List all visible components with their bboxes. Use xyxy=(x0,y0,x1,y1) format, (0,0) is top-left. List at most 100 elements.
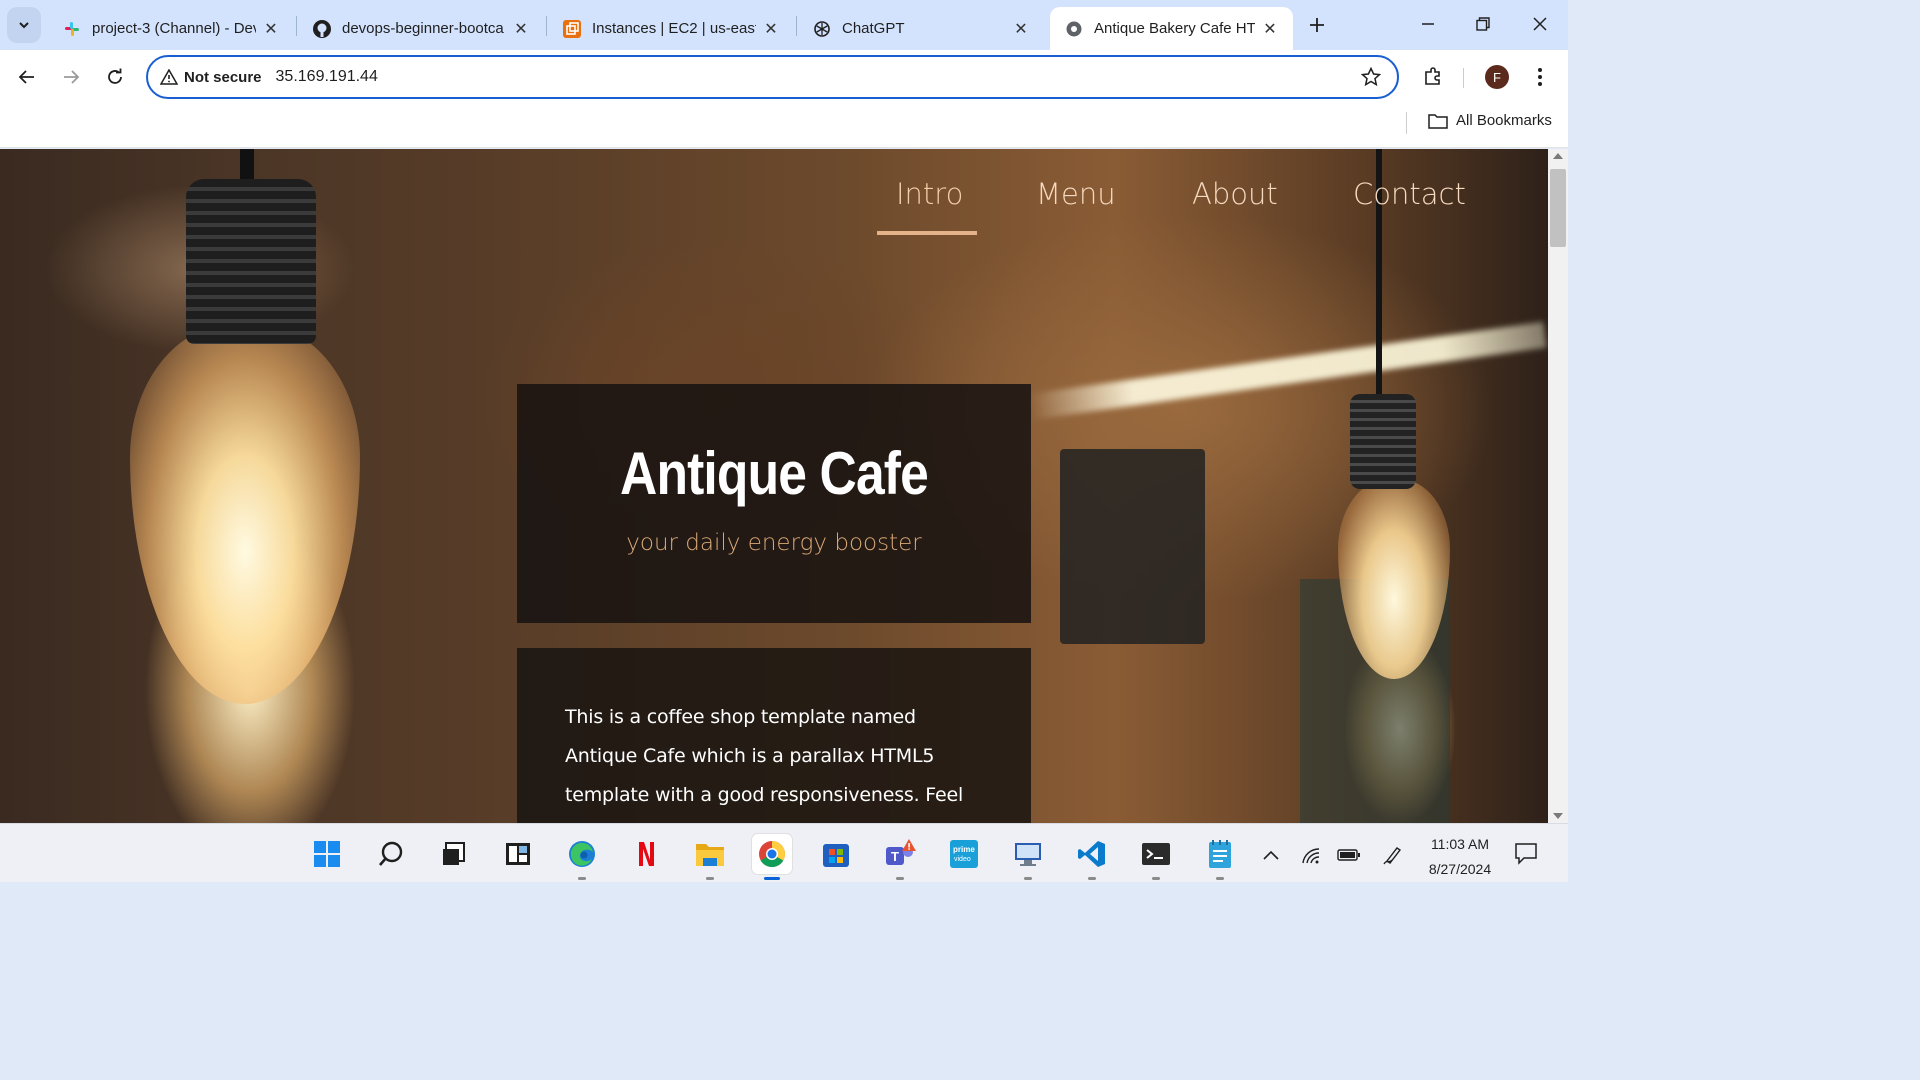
terminal-button[interactable] xyxy=(1136,834,1176,880)
notification-icon xyxy=(1515,843,1537,865)
close-icon[interactable]: ✕ xyxy=(262,20,280,38)
pen-menu-button[interactable] xyxy=(1380,842,1406,868)
vscode-button[interactable] xyxy=(1072,834,1112,880)
file-explorer-icon xyxy=(696,844,724,866)
site-info-button[interactable]: Not secure xyxy=(160,69,262,86)
show-hidden-icons-button[interactable] xyxy=(1258,842,1284,868)
minimize-icon xyxy=(1422,23,1434,25)
file-explorer-button[interactable] xyxy=(690,834,730,880)
menu-button[interactable] xyxy=(1528,62,1552,92)
tab-search-button[interactable] xyxy=(7,7,41,43)
windows-taskbar: T prime video 11:03 AM 8/27/2024 xyxy=(0,823,1568,882)
remote-desktop-button[interactable] xyxy=(1008,834,1048,880)
tab-title: Antique Bakery Cafe HTM xyxy=(1094,20,1255,37)
prime-video-icon: prime video xyxy=(950,840,978,868)
edison-bulb-left xyxy=(130,324,360,704)
close-icon[interactable]: ✕ xyxy=(512,20,530,38)
edge-icon xyxy=(569,841,595,867)
notifications-button[interactable] xyxy=(1514,841,1538,870)
close-icon[interactable]: ✕ xyxy=(1261,20,1279,38)
globe-icon xyxy=(1064,19,1084,39)
bookmark-star-icon[interactable] xyxy=(1360,66,1382,92)
vscode-icon xyxy=(1078,841,1105,867)
chrome-icon xyxy=(759,841,786,868)
running-indicator xyxy=(1088,877,1096,880)
pen-icon xyxy=(1383,847,1402,865)
intro-text: This is a coffee shop template named Ant… xyxy=(565,706,964,806)
close-icon[interactable]: ✕ xyxy=(762,20,780,38)
extensions-button[interactable] xyxy=(1418,62,1448,92)
notepad-icon xyxy=(1209,840,1231,868)
close-window-button[interactable] xyxy=(1520,8,1560,40)
chevron-up-icon xyxy=(1263,850,1279,860)
start-icon xyxy=(314,841,340,867)
scroll-up-arrow-icon[interactable] xyxy=(1553,153,1563,159)
tab-github[interactable]: devops-beginner-bootca ✕ xyxy=(298,7,544,50)
site-tagline: your daily energy booster xyxy=(626,530,922,556)
nav-menu[interactable]: Menu xyxy=(1036,177,1116,211)
teams-button[interactable]: T xyxy=(880,834,920,880)
tab-chatgpt[interactable]: ChatGPT ✕ xyxy=(798,7,1044,50)
tab-divider xyxy=(546,16,547,36)
site-title: Antique Cafe xyxy=(620,440,929,507)
tab-divider xyxy=(796,16,797,36)
address-bar[interactable]: Not secure 35.169.191.44 xyxy=(146,55,1399,99)
tab-antique-cafe[interactable]: Antique Bakery Cafe HTM ✕ xyxy=(1050,7,1293,50)
arrow-right-icon xyxy=(64,70,80,84)
store-button[interactable] xyxy=(816,834,856,874)
minimize-button[interactable] xyxy=(1408,8,1448,40)
scroll-down-arrow-icon[interactable] xyxy=(1553,813,1563,819)
hero-panel: Antique Cafe your daily energy booster xyxy=(517,384,1031,623)
battery-button[interactable] xyxy=(1336,842,1362,868)
bookmarks-bar: All Bookmarks xyxy=(0,104,1568,148)
page-viewport: Intro Menu About Contact Antique Cafe yo… xyxy=(0,149,1548,823)
page-scrollbar[interactable] xyxy=(1548,149,1568,823)
reload-button[interactable] xyxy=(100,62,130,92)
widgets-button[interactable] xyxy=(498,834,538,874)
chrome-button[interactable] xyxy=(752,834,792,880)
restore-icon xyxy=(1476,17,1490,31)
tab-aws-ec2[interactable]: Instances | EC2 | us-east- ✕ xyxy=(548,7,794,50)
nav-contact[interactable]: Contact xyxy=(1353,177,1466,211)
network-button[interactable] xyxy=(1298,842,1324,868)
nav-intro[interactable]: Intro xyxy=(896,177,963,211)
running-indicator xyxy=(706,877,714,880)
system-clock[interactable]: 11:03 AM 8/27/2024 xyxy=(1418,832,1502,882)
lamp-socket-right xyxy=(1350,394,1416,489)
edge-button[interactable] xyxy=(562,834,602,880)
netflix-icon xyxy=(639,842,654,866)
running-indicator xyxy=(1152,877,1160,880)
notepad-button[interactable] xyxy=(1200,834,1240,880)
arrow-left-icon xyxy=(18,70,34,84)
task-view-button[interactable] xyxy=(434,834,474,874)
bookmarks-divider xyxy=(1406,112,1407,134)
prime-video-button[interactable]: prime video xyxy=(944,834,984,874)
back-button[interactable] xyxy=(12,62,42,92)
scroll-thumb[interactable] xyxy=(1550,169,1566,247)
close-icon[interactable]: ✕ xyxy=(1012,20,1030,38)
all-bookmarks-button[interactable]: All Bookmarks xyxy=(1428,112,1552,129)
teams-icon: T xyxy=(886,839,916,865)
chevron-down-icon xyxy=(19,22,29,29)
tab-strip: project-3 (Channel) - Dev ✕ devops-begin… xyxy=(0,0,1568,50)
remote-desktop-icon xyxy=(1015,843,1041,866)
nav-active-indicator xyxy=(877,231,977,235)
security-label: Not secure xyxy=(184,68,262,86)
tab-slack[interactable]: project-3 (Channel) - Dev ✕ xyxy=(48,7,294,50)
new-tab-button[interactable] xyxy=(1303,11,1331,39)
start-button[interactable] xyxy=(307,834,347,874)
browser-toolbar: Not secure 35.169.191.44 F xyxy=(0,50,1568,104)
task-view-icon xyxy=(443,842,465,865)
profile-avatar[interactable]: F xyxy=(1485,65,1509,89)
tab-divider xyxy=(296,16,297,36)
folder-icon xyxy=(1428,113,1448,129)
restore-button[interactable] xyxy=(1463,8,1503,40)
toolbar-divider xyxy=(1463,68,1464,88)
url-text[interactable]: 35.169.191.44 xyxy=(276,68,378,86)
intro-panel: This is a coffee shop template named Ant… xyxy=(517,648,1031,823)
search-button[interactable] xyxy=(371,834,411,874)
netflix-button[interactable] xyxy=(626,834,666,874)
plus-icon xyxy=(1310,18,1324,32)
nav-about[interactable]: About xyxy=(1192,177,1278,211)
forward-button[interactable] xyxy=(56,62,86,92)
